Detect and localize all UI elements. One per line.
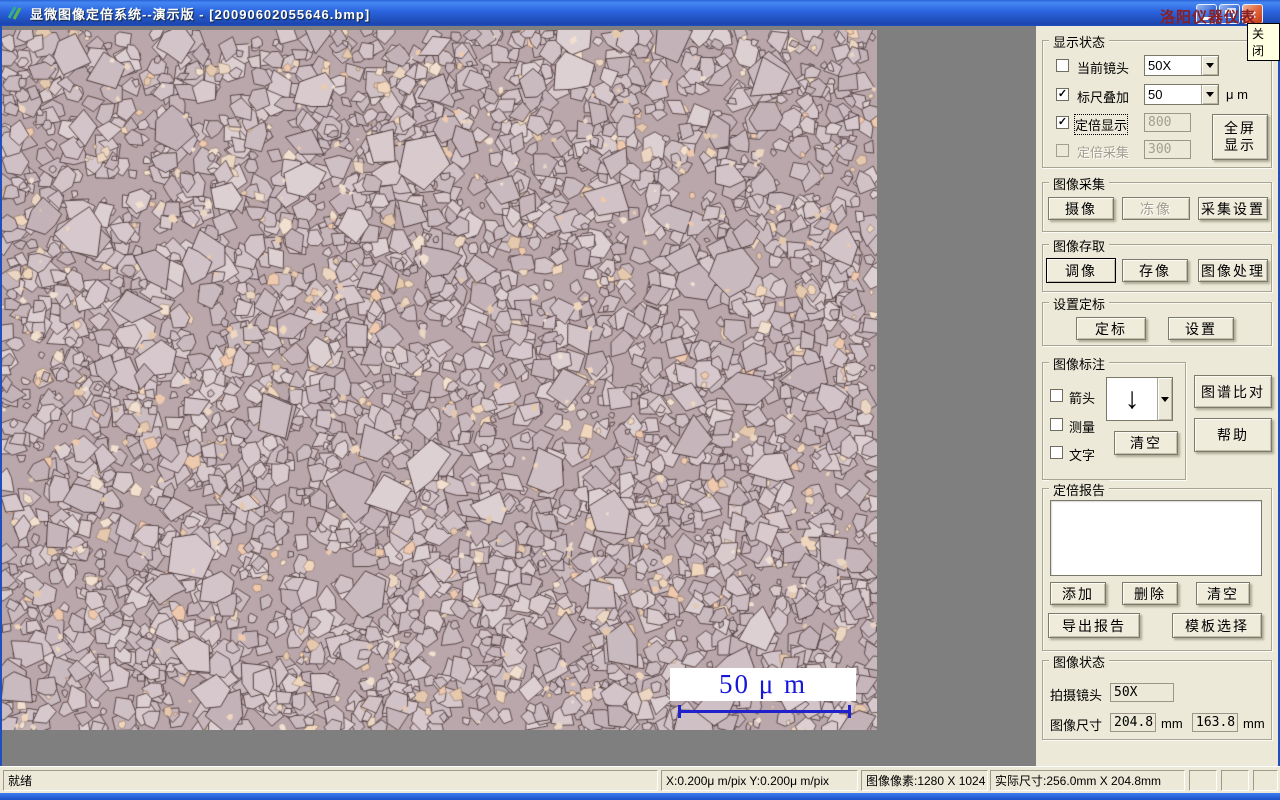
atlas-compare-button[interactable]: 图谱比对	[1194, 375, 1272, 408]
arrow-checkbox[interactable]	[1050, 389, 1063, 402]
chevron-down-icon[interactable]	[1201, 85, 1218, 104]
current-lens-select[interactable]: 50X	[1144, 55, 1219, 76]
arrow-style-select[interactable]: ↓	[1106, 377, 1173, 421]
image-width-field: 204.8	[1110, 713, 1156, 732]
group-capture-title: 图像采集	[1049, 174, 1110, 193]
measure-checkbox[interactable]	[1050, 418, 1063, 431]
calibration-settings-button[interactable]: 设置	[1168, 317, 1234, 340]
group-display-status-title: 显示状态	[1049, 32, 1110, 51]
fullscreen-button[interactable]: 全屏 显示	[1212, 114, 1268, 160]
shoot-button[interactable]: 摄像	[1048, 197, 1114, 220]
fixed-capture-checkbox	[1056, 144, 1069, 157]
brand-overlay-text: 洛阳仪器仪表	[1159, 9, 1256, 26]
fixed-display-label: 定倍显示	[1073, 114, 1129, 135]
chevron-down-icon[interactable]	[1157, 378, 1172, 420]
scale-bar-tick-right	[848, 705, 851, 718]
scale-bar-label-box: 50 μ m	[670, 668, 856, 701]
freeze-button: 冻像	[1122, 197, 1190, 220]
scale-bar-tick-left	[678, 705, 681, 718]
status-ready: 就绪	[3, 770, 658, 791]
scale-overlay-checkbox[interactable]: ✓	[1056, 88, 1069, 101]
scale-overlay-value: 50	[1148, 87, 1163, 102]
window-title: 显微图像定倍系统--演示版 - [20090602055646.bmp]	[30, 6, 371, 22]
load-image-button[interactable]: 调像	[1046, 258, 1116, 283]
fixed-display-checkbox[interactable]: ✓	[1056, 116, 1069, 129]
status-empty-1	[1189, 770, 1217, 791]
scale-overlay-label: 标尺叠加	[1077, 90, 1130, 105]
group-calibration-title: 设置定标	[1049, 294, 1110, 313]
current-lens-value: 50X	[1148, 58, 1172, 73]
scale-bar-text: 50 μ m	[719, 669, 807, 699]
close-tooltip: 关闭	[1247, 23, 1280, 61]
checkmark-icon: ✓	[1057, 87, 1068, 100]
fixed-capture-label: 定倍采集	[1077, 145, 1130, 160]
report-add-button[interactable]: 添加	[1050, 582, 1106, 605]
report-delete-button[interactable]: 删除	[1122, 582, 1178, 605]
group-storage-title: 图像存取	[1049, 236, 1110, 255]
micrograph-image	[2, 30, 877, 730]
calibrate-button[interactable]: 定标	[1076, 317, 1146, 340]
status-empty-3	[1253, 770, 1278, 791]
current-lens-checkbox[interactable]	[1056, 59, 1069, 72]
status-empty-2	[1221, 770, 1249, 791]
save-image-button[interactable]: 存像	[1122, 259, 1188, 282]
image-size-label: 图像尺寸	[1050, 718, 1103, 733]
scale-bar-line	[678, 710, 851, 713]
image-viewer: 50 μ m	[2, 30, 877, 730]
report-clear-button[interactable]: 清空	[1196, 582, 1250, 605]
arrow-checkbox-label: 箭头	[1069, 391, 1096, 406]
status-actual-size: 实际尺寸:256.0mm X 204.8mm	[990, 770, 1185, 791]
measure-checkbox-label: 测量	[1069, 420, 1096, 435]
text-checkbox-label: 文字	[1069, 448, 1096, 463]
scale-overlay-select[interactable]: 50	[1144, 84, 1219, 105]
report-listbox[interactable]	[1050, 500, 1262, 576]
status-bar: 就绪 X:0.200μ m/pix Y:0.200μ m/pix 图像像素:12…	[0, 766, 1280, 793]
fullscreen-button-line2: 显示	[1224, 137, 1256, 153]
image-width-unit: mm	[1161, 716, 1183, 731]
capture-settings-button[interactable]: 采集设置	[1198, 197, 1268, 220]
group-annotation-title: 图像标注	[1049, 354, 1110, 373]
image-process-button[interactable]: 图像处理	[1198, 259, 1268, 282]
scale-overlay-unit: μ m	[1226, 87, 1248, 102]
checkmark-icon: ✓	[1057, 115, 1068, 128]
group-image-status-title: 图像状态	[1049, 652, 1110, 671]
text-checkbox[interactable]	[1050, 446, 1063, 459]
window-border-bottom	[0, 793, 1280, 800]
group-report-title: 定倍报告	[1049, 480, 1110, 499]
annotation-clear-button[interactable]: 清空	[1114, 431, 1178, 455]
image-height-field: 163.8	[1192, 713, 1238, 732]
fullscreen-button-line1: 全屏	[1224, 119, 1256, 136]
status-image-pixels: 图像像素:1280 X 1024	[861, 770, 988, 791]
fixed-display-field: 800	[1144, 113, 1191, 132]
app-icon	[7, 6, 22, 20]
image-height-unit: mm	[1243, 716, 1265, 731]
shoot-lens-label: 拍摄镜头	[1050, 688, 1103, 703]
export-report-button[interactable]: 导出报告	[1048, 613, 1140, 638]
help-button[interactable]: 帮助	[1194, 418, 1272, 452]
template-select-button[interactable]: 模板选择	[1172, 613, 1262, 638]
fixed-capture-field: 300	[1144, 140, 1191, 159]
shoot-lens-field: 50X	[1110, 683, 1174, 702]
status-pixel-scale: X:0.200μ m/pix Y:0.200μ m/pix	[661, 770, 858, 791]
chevron-down-icon[interactable]	[1201, 56, 1218, 75]
arrow-down-icon: ↓	[1124, 382, 1140, 415]
title-bar: 显微图像定倍系统--演示版 - [20090602055646.bmp]	[0, 0, 1280, 26]
current-lens-label: 当前镜头	[1077, 61, 1130, 76]
